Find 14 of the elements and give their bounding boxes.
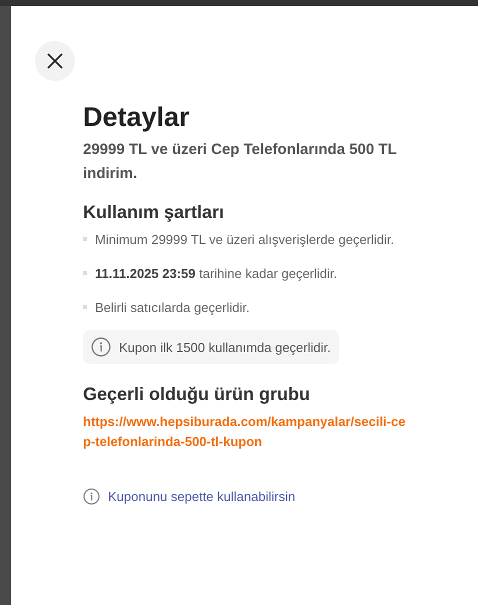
term-item: Minimum 29999 TL ve üzeri alışverişlerde geçerlidir. xyxy=(69,230,394,250)
section-heading: Kullanım şartları xyxy=(83,201,226,224)
info-icon xyxy=(91,337,111,357)
dialog-title: Detaylar xyxy=(83,101,191,134)
campaign-subtitle: 29999 TL ve üzeri Cep Telefonlarında 500 TL indirim. xyxy=(83,140,398,184)
info-icon xyxy=(83,488,100,505)
notice-text: Kupon ilk 1500 kullanımda geçerlidir. xyxy=(119,340,331,354)
close-icon xyxy=(46,52,64,70)
term-item: Belirli satıcılarda geçerlidir. xyxy=(69,298,250,318)
close-button[interactable] xyxy=(35,41,75,81)
term-item: 11.11.2025 23:59 tarihine kadar geçerlidir. xyxy=(69,264,338,284)
product-group-link[interactable]: https://www.hepsiburada.com/kampanyalar/secili-cep-telefonlarinda-500-tl-kupon xyxy=(83,412,413,452)
footer-note: Kuponunu sepette kullanabilirsin xyxy=(108,489,296,504)
section-heading: Geçerli olduğu ürün grubu xyxy=(83,383,311,406)
